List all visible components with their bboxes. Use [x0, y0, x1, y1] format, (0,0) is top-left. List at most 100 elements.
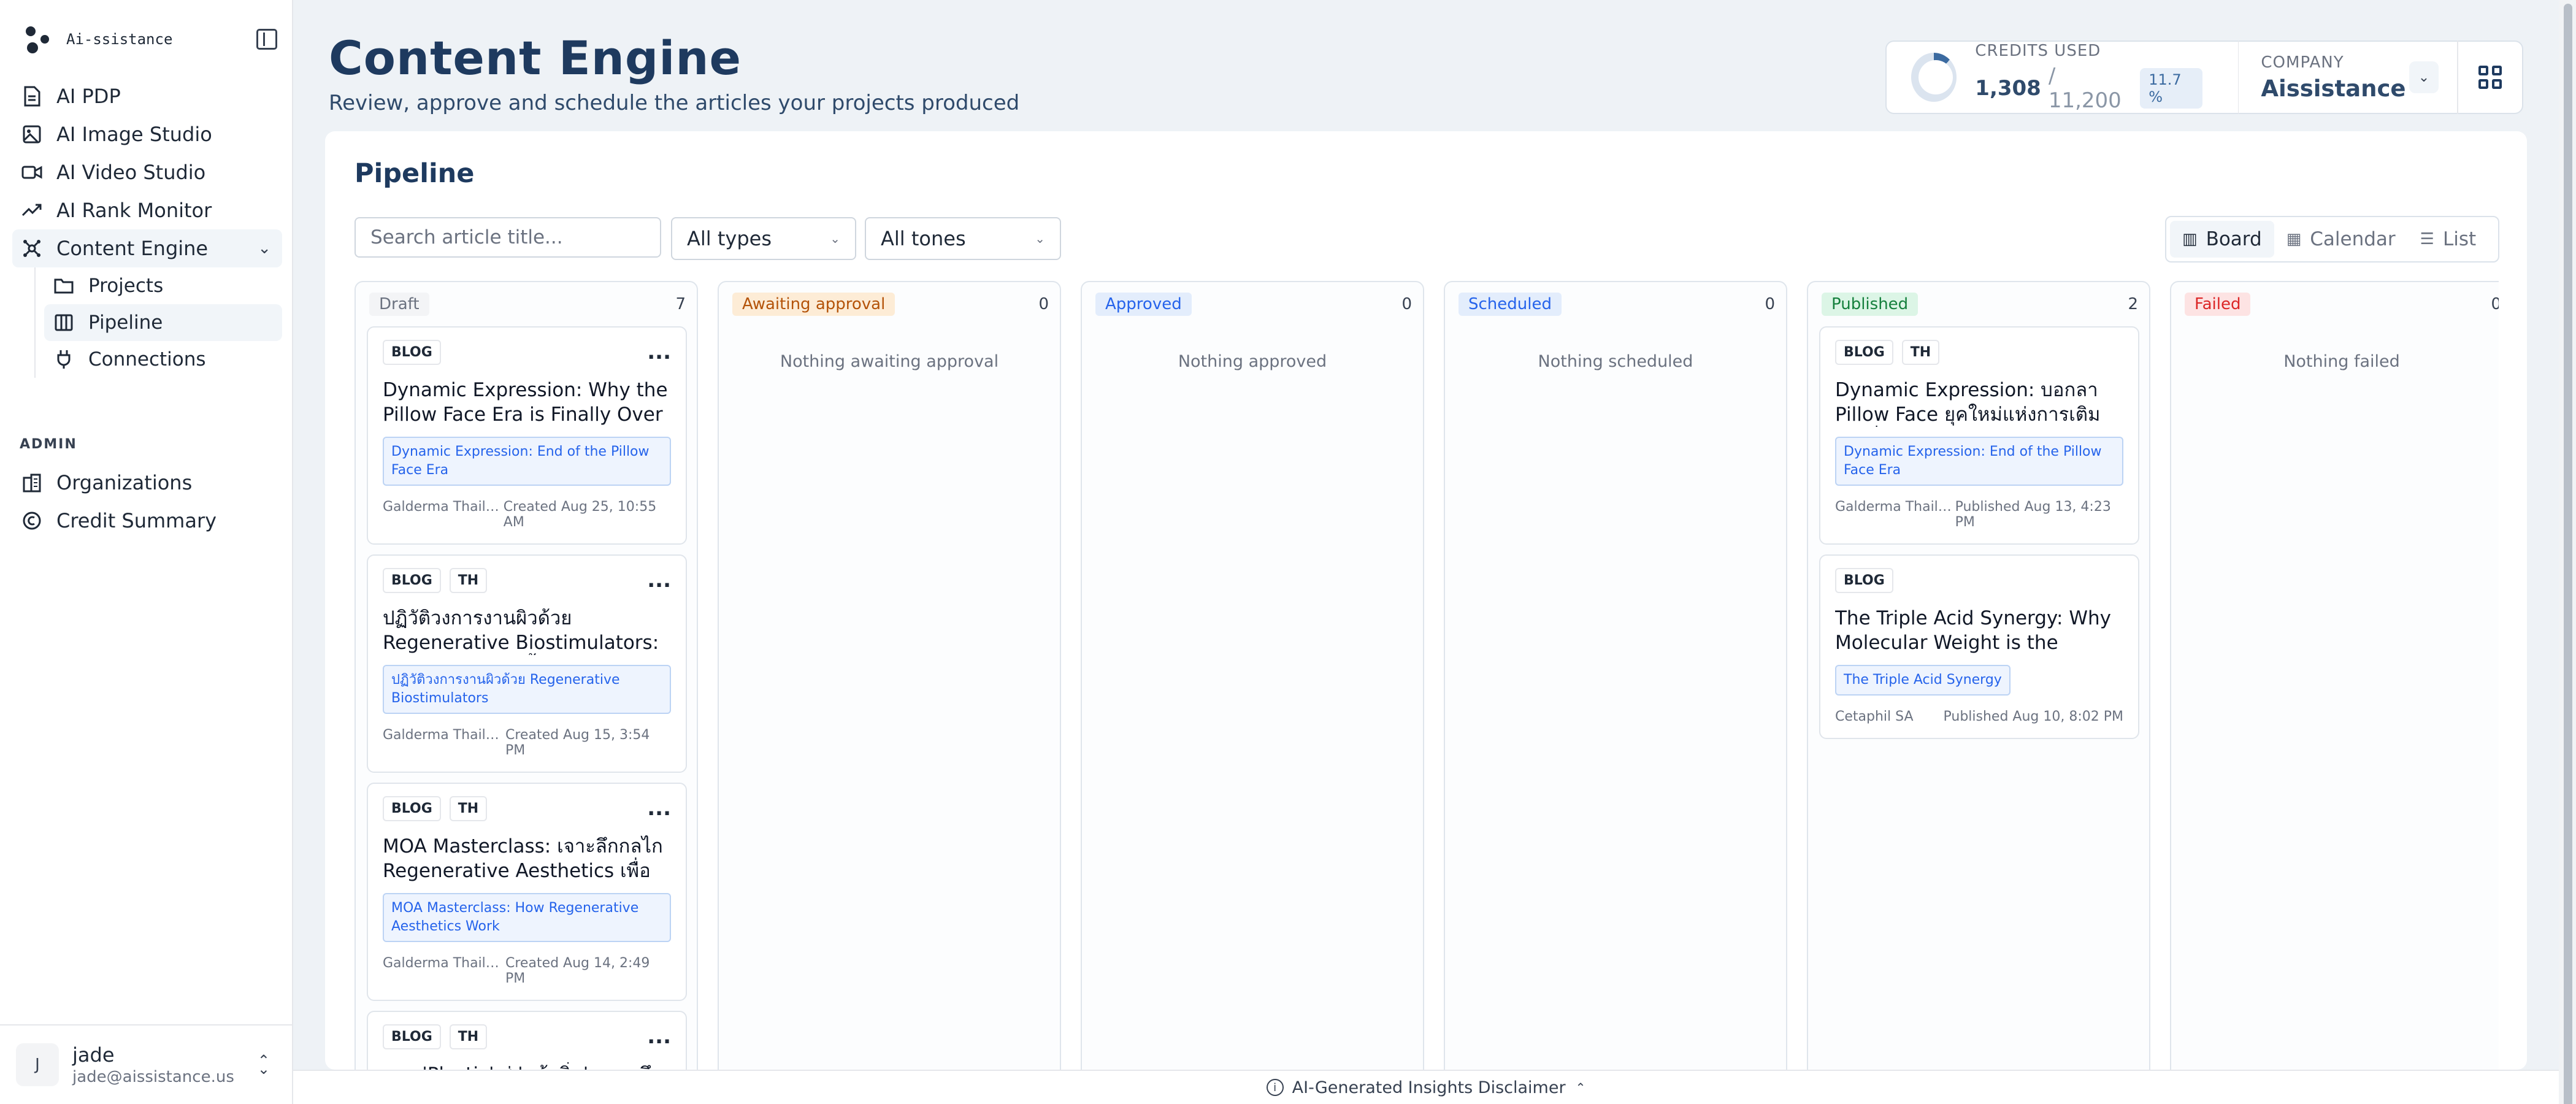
document-icon [21, 85, 43, 107]
chevron-down-icon: ⌄ [830, 231, 840, 246]
card-date: Created Aug 25, 10:55 AM [503, 499, 657, 530]
status-badge: Approved [1095, 293, 1192, 316]
credits-label: CREDITS USED [1975, 42, 2101, 60]
disclaimer-text: AI-Generated Insights Disclaimer [1292, 1078, 1566, 1097]
tone-filter-select[interactable]: All tones ⌄ [865, 217, 1061, 260]
folder-icon [53, 275, 75, 297]
card-title[interactable]: Dynamic Expression: บอกลา Pillow Face ยุ… [1835, 378, 2123, 427]
nav-item-ai-video-studio[interactable]: AI Video Studio [12, 153, 282, 191]
view-calendar-button[interactable]: ▦ Calendar [2274, 221, 2408, 258]
card-tags: BLOG TH... [383, 1023, 671, 1050]
column-awaiting-approval: Awaiting approval 0 Nothing awaiting appro… [718, 281, 1061, 1070]
nav-item-ai-rank-monitor[interactable]: AI Rank Monitor [12, 191, 282, 229]
chevron-down-icon[interactable]: ⌄ [258, 239, 271, 258]
card-title[interactable]: ปฏิวัติวงการงานผิวด้วย Regenerative Bios… [383, 606, 671, 655]
chevron-up-icon[interactable]: ⌃ [1576, 1080, 1586, 1095]
project-chip[interactable]: ปฏิวัติวงการงานผิวด้วย Regenerative Bios… [383, 665, 671, 714]
card-title[interactable]: MOA Masterclass: เจาะลึกกลไก Regenerativ… [383, 834, 671, 883]
page-scrollbar-thumb[interactable] [2564, 4, 2572, 1104]
column-header: Awaiting approval 0 [719, 282, 1060, 326]
project-chip[interactable]: MOA Masterclass: How Regenerative Aesthe… [383, 893, 671, 942]
project-chip[interactable]: Dynamic Expression: End of the Pillow Fa… [383, 437, 671, 486]
admin-section-label: ADMIN [20, 437, 77, 452]
more-options-icon[interactable]: ... [647, 798, 671, 819]
article-card[interactable]: BLOG TH... ปฏิวัติวงการงานผิวด้วย Regenera… [367, 554, 687, 773]
empty-state: Nothing failed [2283, 352, 2400, 371]
card-tags: BLOG TH [1835, 339, 2123, 366]
card-date: Created Aug 15, 3:54 PM [505, 727, 650, 758]
chevron-up-down-icon[interactable]: ⌃ ⌄ [258, 1053, 270, 1076]
nav-item-pipeline[interactable]: Pipeline [44, 304, 282, 341]
type-filter-select[interactable]: All types ⌄ [671, 217, 856, 260]
card-title[interactable]: Dynamic Expression: Why the Pillow Face … [383, 378, 671, 427]
card-tags: BLOG [1835, 567, 2123, 594]
tag-badge: BLOG [1835, 339, 1893, 365]
type-filter-value: All types [687, 227, 772, 250]
tag-badge: BLOG [1835, 567, 1893, 593]
view-list-button[interactable]: ☰ List [2408, 221, 2489, 258]
nav-label: Pipeline [88, 312, 163, 334]
plug-icon [53, 348, 75, 370]
avatar: J [16, 1043, 59, 1086]
nav-item-credit-summary[interactable]: Credit Summary [12, 502, 282, 540]
search-input[interactable] [355, 217, 661, 258]
column-published: Published 2 BLOG TH Dynamic Expression: บอกล… [1807, 281, 2150, 1070]
nav-item-projects[interactable]: Projects [44, 267, 282, 304]
nav-label: Projects [88, 275, 164, 297]
card-meta: Galderma Thailand Created Aug 14, 2:49 PM [383, 956, 671, 986]
nav-item-content-engine[interactable]: Content Engine ⌄ [12, 229, 282, 267]
status-badge: Draft [369, 293, 429, 316]
card-title[interactable]: The Triple Acid Synergy: Why Molecular W… [1835, 606, 2123, 655]
article-card[interactable]: BLOG... Dynamic Expression: Why the Pillo… [367, 326, 687, 545]
column-count: 0 [1038, 295, 1049, 313]
nav-item-connections[interactable]: Connections [44, 341, 282, 378]
project-chip[interactable]: Dynamic Expression: End of the Pillow Fa… [1835, 437, 2123, 486]
article-card[interactable]: BLOG TH... MOA Masterclass: เจาะลึกกลไก Re… [367, 783, 687, 1001]
user-menu[interactable]: J jade jade@aissistance.us ⌃ ⌄ [0, 1024, 293, 1104]
info-icon: i [1266, 1079, 1284, 1096]
user-info: jade jade@aissistance.us [72, 1043, 234, 1086]
card-tags: BLOG... [383, 339, 671, 366]
nav-item-ai-image-studio[interactable]: AI Image Studio [12, 115, 282, 153]
credits-used: 1,308 [1975, 76, 2041, 101]
article-card[interactable]: BLOG TH... จาก 'Plastic' สู่ 'หน้าอิ่ม': เ… [367, 1011, 687, 1070]
card-organization: Galderma Thailand [383, 499, 504, 515]
user-email: jade@aissistance.us [72, 1068, 234, 1086]
more-options-icon[interactable]: ... [647, 1026, 671, 1047]
view-board-button[interactable]: ▥ Board [2170, 221, 2274, 258]
kanban-board: Draft 7 BLOG... Dynamic Expression: Why the… [355, 281, 2499, 1070]
column-header: Draft 7 [356, 282, 697, 326]
coin-icon [21, 510, 43, 532]
tone-filter-value: All tones [881, 227, 966, 250]
grid-icon [2478, 66, 2502, 89]
header-summary-card: CREDITS USED 1,308 / 11,200 11.7 % COMPA… [1885, 40, 2523, 114]
more-options-icon[interactable]: ... [647, 570, 671, 591]
column-approved: Approved 0 Nothing approved [1081, 281, 1424, 1070]
disclaimer-bar[interactable]: i AI-Generated Insights Disclaimer ⌃ [293, 1070, 2559, 1104]
admin-nav: Organizations Credit Summary [12, 464, 282, 540]
column-header: Scheduled 0 [1445, 282, 1786, 326]
card-tags: BLOG TH... [383, 567, 671, 594]
brand-logo-icon[interactable] [23, 24, 54, 55]
status-badge: Awaiting approval [732, 293, 895, 316]
sidebar: Ai-ssistance AI PDP AI Image Studio AI V… [0, 0, 293, 1104]
chevron-down-icon: ⌄ [1035, 231, 1045, 246]
card-title[interactable]: จาก 'Plastic' สู่ 'หน้าอิ่ม': เจาะลึกเทร… [383, 1062, 671, 1070]
sidebar-toggle-icon[interactable] [256, 29, 277, 50]
image-icon [21, 123, 43, 145]
company-name: Aissistance [2261, 75, 2406, 102]
article-card[interactable]: BLOG TH Dynamic Expression: บอกลา Pillow F… [1819, 326, 2139, 545]
columns-icon [53, 312, 75, 334]
company-select-chevron-icon[interactable]: ⌄ [2409, 61, 2439, 93]
tag-badge: BLOG [383, 1024, 441, 1049]
project-chip[interactable]: The Triple Acid Synergy [1835, 665, 2011, 696]
column-count: 0 [2491, 295, 2499, 313]
article-card[interactable]: BLOG The Triple Acid Synergy: Why Molecul… [1819, 554, 2139, 739]
nav-item-ai-pdp[interactable]: AI PDP [12, 77, 282, 115]
more-options-icon[interactable]: ... [647, 342, 671, 362]
divider [2237, 40, 2239, 114]
empty-state: Nothing awaiting approval [780, 352, 999, 371]
credits-progress-ring [1911, 53, 1957, 102]
app-grid-button[interactable] [2458, 40, 2522, 114]
nav-item-organizations[interactable]: Organizations [12, 464, 282, 502]
